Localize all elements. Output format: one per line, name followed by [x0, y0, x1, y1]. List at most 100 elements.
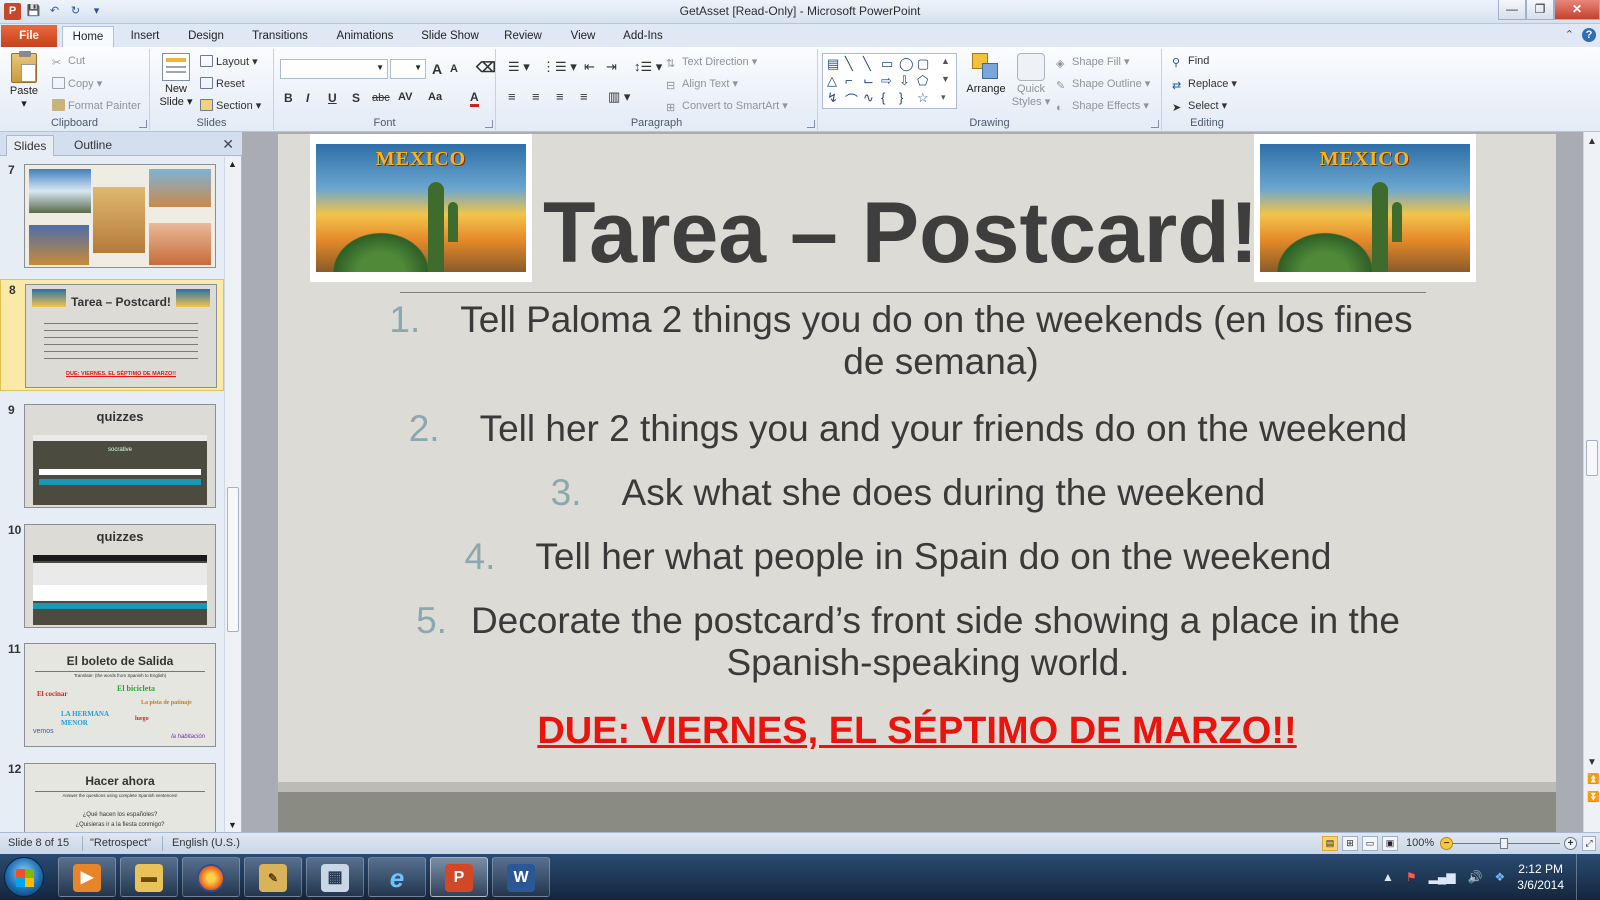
- find-button[interactable]: ⚲ Find: [1172, 55, 1209, 69]
- elbow-connector-icon[interactable]: ⌐: [845, 73, 853, 88]
- font-size-combo[interactable]: ▼: [390, 59, 426, 79]
- language-indicator[interactable]: English (U.S.): [172, 837, 240, 849]
- quick-styles-button[interactable]: Quick Styles ▾: [1010, 53, 1052, 108]
- tab-review[interactable]: Review: [498, 26, 548, 47]
- text-direction-button[interactable]: ⇅ Text Direction ▾: [666, 55, 757, 70]
- minimize-ribbon-icon[interactable]: ⌃: [1565, 28, 1574, 42]
- convert-smartart-button[interactable]: ⊞ Convert to SmartArt ▾: [666, 99, 788, 114]
- zoom-in-icon[interactable]: +: [1564, 837, 1577, 850]
- tab-design[interactable]: Design: [178, 26, 234, 47]
- next-slide-icon[interactable]: ⏬: [1587, 792, 1599, 803]
- replace-button[interactable]: ⇄ Replace ▾: [1172, 77, 1237, 92]
- slide-thumbnail-7[interactable]: 7: [0, 160, 224, 272]
- taskbar-internet-explorer[interactable]: e: [368, 857, 426, 897]
- scroll-up-icon[interactable]: ▲: [1587, 136, 1597, 147]
- mexico-postcard-image-right[interactable]: MEXICO: [1254, 134, 1476, 282]
- triangle-shape-icon[interactable]: △: [827, 73, 837, 89]
- new-slide-button[interactable]: New Slide ▾: [158, 53, 194, 108]
- shape-effects-button[interactable]: ◐ Shape Effects ▾: [1056, 99, 1149, 114]
- clipboard-launcher-icon[interactable]: [139, 120, 147, 128]
- list-item-1[interactable]: 1. Tell Paloma 2 things you do on the wee…: [356, 299, 1446, 383]
- restore-button[interactable]: ❐: [1526, 0, 1554, 20]
- select-button[interactable]: ➤ Select ▾: [1172, 99, 1227, 114]
- slide-thumbnail-10[interactable]: 10 quizzes: [0, 520, 224, 632]
- slide-scrollbar[interactable]: ▲ ▼ ⏫ ⏬: [1583, 132, 1600, 832]
- list-item-2[interactable]: 2. Tell her 2 things you and your friends…: [368, 408, 1448, 450]
- taskbar-powerpoint[interactable]: P: [430, 857, 488, 897]
- taskbar-word[interactable]: W: [492, 857, 550, 897]
- tab-view[interactable]: View: [560, 26, 606, 47]
- justify-icon[interactable]: ≡: [580, 89, 588, 104]
- line-shape-icon[interactable]: ╲: [845, 56, 853, 72]
- volume-icon[interactable]: 🔊: [1468, 870, 1483, 884]
- paste-button[interactable]: Paste ▾: [6, 51, 42, 110]
- tab-slides[interactable]: Slides: [6, 135, 54, 156]
- slide-thumbnail-12[interactable]: 12 Hacer ahora Answer the questions usin…: [0, 759, 224, 832]
- format-painter-button[interactable]: Format Painter: [52, 99, 141, 112]
- copy-button[interactable]: Copy ▾: [52, 77, 102, 90]
- current-slide[interactable]: MEXICO MEXICO Tarea – Postcard! 1. Tell P…: [278, 134, 1556, 782]
- tab-file[interactable]: File: [1, 25, 57, 47]
- gallery-down-icon[interactable]: ▼: [941, 74, 950, 84]
- shadow-button[interactable]: S: [352, 91, 360, 105]
- close-panel-icon[interactable]: ✕: [222, 136, 234, 153]
- left-brace-shape-icon[interactable]: {: [881, 90, 885, 105]
- rect-shape-icon[interactable]: ▭: [881, 56, 893, 72]
- tab-outline[interactable]: Outline: [60, 135, 126, 156]
- line2-shape-icon[interactable]: ╲: [863, 56, 871, 72]
- character-spacing-button[interactable]: AV: [398, 91, 412, 103]
- line-spacing-icon[interactable]: ↕☰ ▾: [634, 59, 662, 75]
- bullets-icon[interactable]: ☰ ▾: [508, 59, 530, 75]
- shrink-font-button[interactable]: A: [450, 63, 458, 75]
- layout-button[interactable]: Layout ▾: [200, 55, 258, 68]
- strikethrough-button[interactable]: abc: [372, 92, 390, 104]
- decrease-indent-icon[interactable]: ⇤: [584, 59, 595, 75]
- tab-home[interactable]: Home: [62, 26, 114, 47]
- shape-fill-button[interactable]: ◈ Shape Fill ▾: [1056, 55, 1130, 70]
- bold-button[interactable]: B: [284, 91, 293, 105]
- taskbar-notes[interactable]: ✎: [244, 857, 302, 897]
- shape-outline-button[interactable]: ✎ Shape Outline ▾: [1056, 77, 1150, 92]
- reset-button[interactable]: Reset: [200, 77, 245, 90]
- network-signal-icon[interactable]: ▂▄▆: [1429, 870, 1456, 884]
- grow-font-button[interactable]: A: [432, 61, 442, 77]
- fit-slide-icon[interactable]: ⤢: [1582, 836, 1596, 851]
- slide-sorter-view-icon[interactable]: ⊞: [1342, 836, 1358, 851]
- tab-add-ins[interactable]: Add-Ins: [614, 26, 672, 47]
- list-item-4[interactable]: 4. Tell her what people in Spain do on th…: [448, 536, 1348, 578]
- down-arrow-shape-icon[interactable]: ⇩: [899, 73, 910, 89]
- slide-thumbnail-8[interactable]: 8 Tarea – Postcard! DUE: VIERNES, EL SÉP…: [0, 279, 224, 391]
- scrollbar-thumb[interactable]: [1586, 440, 1598, 476]
- slide-thumbnail-9[interactable]: 9 quizzes socrative: [0, 400, 224, 512]
- drawing-launcher-icon[interactable]: [1151, 120, 1159, 128]
- oval-shape-icon[interactable]: ◯: [899, 56, 914, 72]
- flowchart-shape-icon[interactable]: ⬠: [917, 73, 928, 89]
- scroll-down-icon[interactable]: ▼: [228, 820, 237, 830]
- font-launcher-icon[interactable]: [485, 120, 493, 128]
- arrange-button[interactable]: Arrange: [964, 53, 1008, 95]
- help-icon[interactable]: ?: [1582, 28, 1596, 42]
- clock[interactable]: 2:12 PM 3/6/2014: [1517, 861, 1564, 893]
- curve-shape-icon[interactable]: ⌒: [845, 90, 858, 109]
- elbow-arrow-icon[interactable]: ⌙: [863, 73, 874, 89]
- tab-insert[interactable]: Insert: [120, 26, 170, 47]
- right-arrow-shape-icon[interactable]: ⇨: [881, 73, 892, 89]
- next-slide-preview[interactable]: [278, 792, 1556, 832]
- slide-thumbnail-11[interactable]: 11 El boleto de Salida Translate: (the w…: [0, 639, 224, 751]
- dropbox-icon[interactable]: ❖: [1495, 870, 1506, 884]
- gallery-up-icon[interactable]: ▲: [941, 56, 950, 66]
- numbering-icon[interactable]: ⋮☰ ▾: [542, 59, 577, 75]
- freeform-shape-icon[interactable]: ∿: [863, 90, 874, 106]
- increase-indent-icon[interactable]: ⇥: [606, 59, 617, 75]
- font-color-button[interactable]: A: [470, 90, 479, 107]
- zoom-level[interactable]: 100%: [1406, 837, 1434, 849]
- list-item-5[interactable]: 5. Decorate the postcard’s front side sho…: [378, 600, 1438, 684]
- taskbar-firefox[interactable]: [182, 857, 240, 897]
- align-right-icon[interactable]: ≡: [556, 89, 564, 104]
- theme-name[interactable]: "Retrospect": [90, 837, 151, 849]
- italic-button[interactable]: I: [306, 91, 309, 105]
- font-name-combo[interactable]: ▼: [280, 59, 388, 79]
- show-hidden-icons-icon[interactable]: ▲: [1382, 870, 1394, 884]
- slide-title[interactable]: Tarea – Postcard!: [543, 184, 1258, 283]
- mexico-postcard-image-left[interactable]: MEXICO: [310, 134, 532, 282]
